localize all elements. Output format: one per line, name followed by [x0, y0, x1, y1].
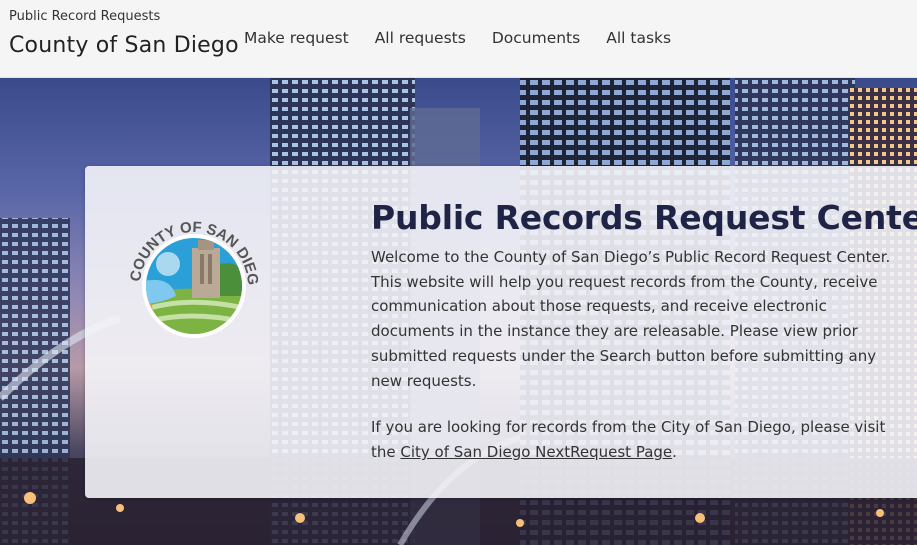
county-seal-logo: COUNTY OF SAN DIEGO: [120, 204, 261, 338]
city-nextrequest-link[interactable]: City of San Diego NextRequest Page: [400, 443, 672, 461]
nav-all-tasks[interactable]: All tasks: [606, 28, 671, 48]
page-title: Public Records Request Center: [371, 198, 917, 237]
main-nav: Make request All requests Documents All …: [244, 28, 697, 48]
city-suffix: .: [672, 443, 677, 461]
nav-all-requests[interactable]: All requests: [375, 28, 466, 48]
brand-title: County of San Diego: [9, 33, 239, 58]
top-bar: Public Record Requests County of San Die…: [0, 0, 917, 78]
intro-paragraph: Welcome to the County of San Diego’s Pub…: [371, 248, 891, 390]
brand[interactable]: Public Record Requests County of San Die…: [9, 9, 239, 60]
brand-subtitle: Public Record Requests: [9, 9, 161, 24]
city-paragraph: If you are looking for records from the …: [371, 415, 891, 465]
nav-documents[interactable]: Documents: [492, 28, 580, 48]
nav-make-request[interactable]: Make request: [244, 28, 349, 48]
